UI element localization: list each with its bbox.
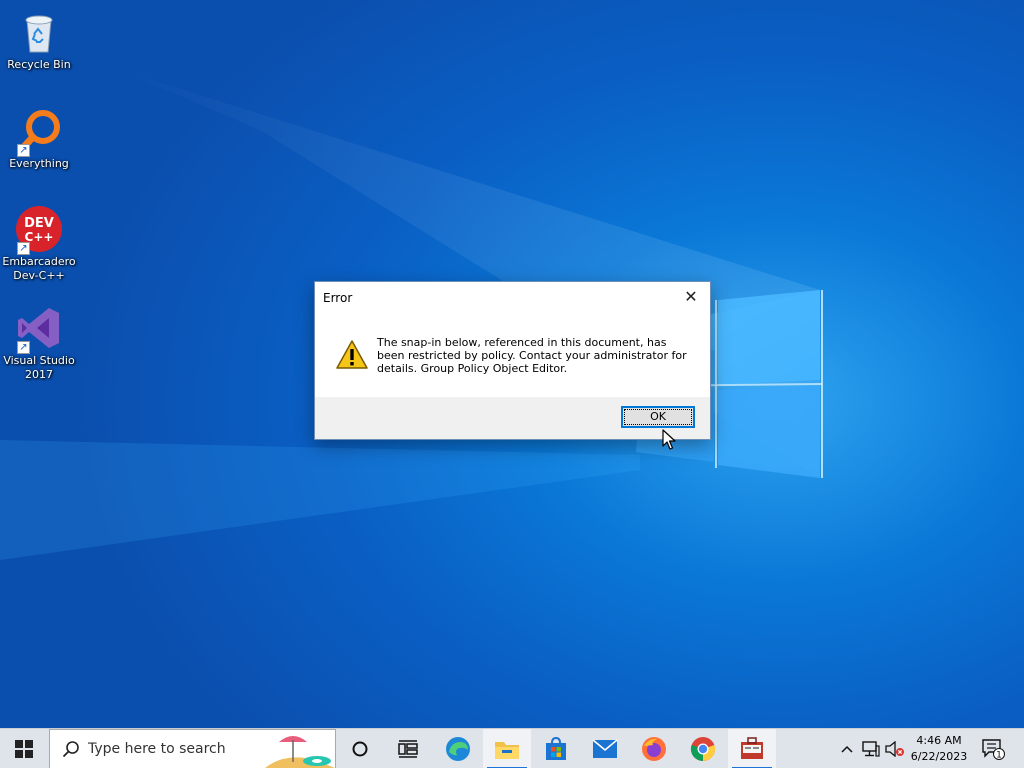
search-input[interactable]: Type here to search: [49, 729, 336, 768]
notification-count: 1: [996, 751, 1002, 761]
desktop-icon-everything[interactable]: ↗ Everything: [0, 107, 78, 171]
desktop-icon-recycle-bin[interactable]: Recycle Bin: [0, 8, 78, 72]
show-hidden-icons-button[interactable]: [836, 729, 858, 768]
shortcut-arrow-icon: ↗: [17, 341, 30, 354]
chevron-up-icon: [841, 745, 853, 753]
edge-icon: [446, 737, 470, 761]
taskbar-file-explorer[interactable]: [483, 729, 531, 768]
dialog-title: Error: [323, 291, 353, 305]
taskbar-chrome[interactable]: [679, 729, 727, 768]
clock-date: 6/22/2023: [910, 750, 968, 763]
close-button[interactable]: ✕: [678, 286, 704, 308]
recycle-bin-icon: [15, 8, 63, 56]
search-icon: [62, 741, 79, 758]
magnifier-icon: ↗: [15, 107, 63, 157]
desktop-icon-label: Recycle Bin: [7, 58, 71, 71]
task-view-icon: [398, 740, 418, 758]
shortcut-arrow-icon: ↗: [17, 144, 30, 157]
clock-time: 4:46 AM: [916, 734, 962, 747]
taskbar-edge[interactable]: [434, 729, 482, 768]
taskbar-control-panel[interactable]: [728, 729, 776, 768]
file-explorer-icon: [495, 742, 519, 759]
shortcut-arrow-icon: ↗: [17, 242, 30, 255]
mouse-cursor-icon: [662, 429, 676, 450]
desktop-icon-label: Visual Studio 2017: [3, 354, 75, 381]
dialog-body: The snap-in below, referenced in this do…: [315, 312, 710, 398]
control-panel-icon: [741, 737, 763, 759]
volume-muted-icon: [885, 741, 904, 757]
error-dialog: Error ✕ The snap-in below, referenced in…: [314, 281, 711, 440]
cortana-icon: [352, 741, 368, 757]
visual-studio-icon: ↗: [15, 304, 63, 354]
taskbar: Type here to search 4:46 AM 6/22/2023 1: [0, 728, 1024, 768]
svg-text:DEV: DEV: [24, 216, 54, 231]
ok-button[interactable]: OK: [621, 406, 695, 428]
dialog-footer: OK: [315, 397, 710, 439]
dev-cpp-icon: DEV C++ ↗: [15, 205, 63, 255]
windows-logo-icon: [15, 740, 33, 758]
chrome-icon: [690, 737, 716, 762]
firefox-icon: [642, 737, 666, 761]
desktop-icon-label: Embarcadero Dev-C++: [2, 255, 76, 282]
network-button[interactable]: [860, 729, 882, 768]
taskbar-mail[interactable]: [581, 729, 629, 768]
search-placeholder: Type here to search: [88, 741, 226, 757]
dialog-message: The snap-in below, referenced in this do…: [377, 336, 687, 375]
desktop-icon-visual-studio[interactable]: ↗ Visual Studio 2017: [0, 304, 78, 382]
search-highlight-art-icon: [255, 730, 335, 768]
close-icon: ✕: [684, 287, 698, 306]
taskbar-firefox[interactable]: [630, 729, 678, 768]
network-icon: [862, 741, 880, 757]
clock-button[interactable]: 4:46 AM 6/22/2023: [905, 733, 973, 765]
warning-icon: [335, 338, 369, 372]
volume-button[interactable]: [884, 729, 906, 768]
desktop-icon-label: Everything: [9, 157, 69, 170]
cortana-button[interactable]: [336, 729, 384, 768]
mail-icon: [592, 739, 618, 758]
start-button[interactable]: [0, 729, 48, 768]
notification-icon: 1: [982, 739, 1005, 761]
desktop-icon-dev-cpp[interactable]: DEV C++ ↗ Embarcadero Dev-C++: [0, 205, 78, 283]
action-center-button[interactable]: 1: [978, 729, 1008, 768]
taskbar-store[interactable]: [532, 729, 580, 768]
microsoft-store-icon: [546, 737, 566, 760]
task-view-button[interactable]: [384, 729, 432, 768]
